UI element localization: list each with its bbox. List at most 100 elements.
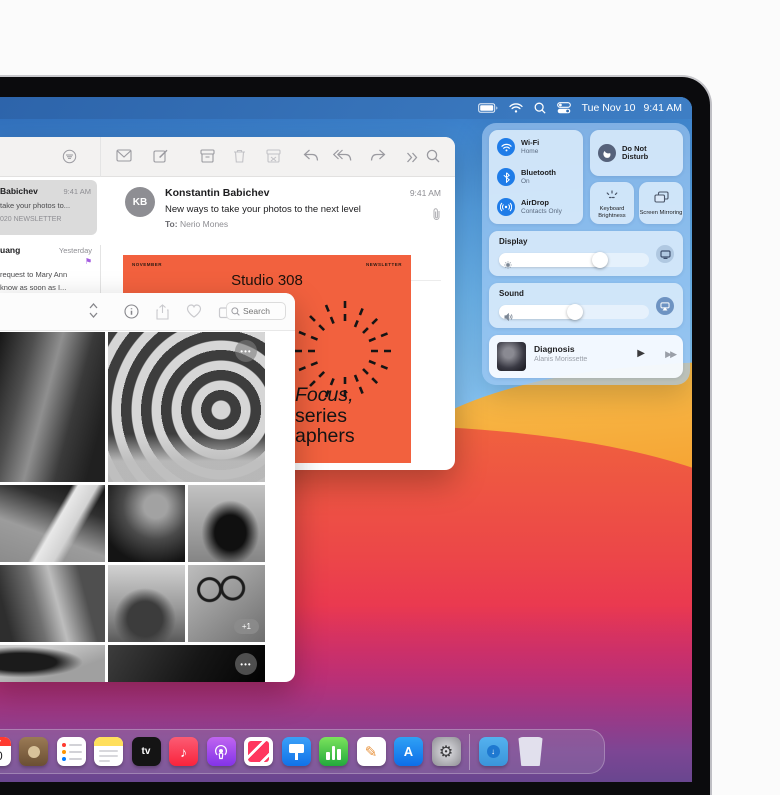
dock-keynote[interactable]	[281, 737, 311, 766]
search-input[interactable]	[243, 306, 281, 316]
compose-icon[interactable]	[153, 149, 168, 168]
photo-thumbnail[interactable]: •••	[108, 332, 265, 482]
newsletter-month: NOVEMBER	[132, 262, 163, 267]
photos-search-field[interactable]	[226, 302, 286, 320]
volume-slider[interactable]	[499, 304, 649, 322]
wifi-label: Wi-Fi	[521, 138, 540, 147]
photo-thumbnail[interactable]	[0, 565, 105, 642]
clock-time: 9:41 AM	[643, 102, 682, 114]
avatar: KB	[125, 187, 155, 217]
slider-knob[interactable]	[592, 252, 608, 268]
search-icon	[231, 306, 240, 316]
dock-contacts[interactable]	[19, 737, 48, 766]
dock-trash[interactable]	[518, 737, 543, 766]
forward-icon[interactable]	[370, 149, 386, 167]
do-not-disturb-control[interactable]: Do Not Disturb	[590, 130, 683, 176]
dock-tv[interactable]: tv	[131, 737, 161, 766]
photo-thumbnail[interactable]	[108, 485, 185, 562]
reply-all-icon[interactable]	[332, 149, 352, 167]
calendar-month: NOV	[0, 737, 11, 746]
dock-notes[interactable]	[94, 737, 123, 766]
display-module: Display	[489, 231, 683, 276]
photo-thumbnail[interactable]	[108, 565, 185, 642]
wifi-control[interactable]: Wi-Fi Home	[497, 138, 539, 156]
play-button[interactable]: ▶	[637, 348, 645, 359]
more-button[interactable]: •••	[235, 653, 257, 675]
battery-icon[interactable]	[477, 103, 498, 113]
dock-downloads-folder[interactable]: ↓	[478, 737, 508, 766]
photos-toolbar	[0, 293, 295, 331]
archive-icon[interactable]	[200, 149, 215, 168]
photo-thumbnail[interactable]: +1	[188, 565, 265, 642]
mail-list-item[interactable]: uang Yesterday ⚑ request to Mary Ann kno…	[0, 239, 100, 297]
control-center-icon[interactable]	[556, 102, 571, 114]
dock-system-preferences[interactable]: ⚙	[431, 737, 461, 766]
photos-window: ••• +1 •••	[0, 293, 295, 682]
display-mirroring-button[interactable]	[656, 245, 674, 263]
reminder-row	[61, 749, 82, 754]
dock-reminders[interactable]	[56, 737, 86, 766]
reminder-row	[61, 742, 82, 747]
newsletter-tag: NEWSLETTER	[366, 262, 402, 267]
zoom-stepper-icon[interactable]	[89, 302, 98, 324]
mail-toolbar	[0, 137, 455, 177]
photo-thumbnail[interactable]	[0, 645, 105, 682]
keyboard-brightness-label: Keyboard Brightness	[598, 206, 626, 219]
photo-thumbnail[interactable]	[0, 332, 105, 482]
mailbox-icon[interactable]	[116, 149, 132, 167]
headline-line-2: series	[295, 404, 348, 427]
album-art	[497, 342, 526, 371]
screen-mirroring-icon	[653, 190, 669, 208]
airdrop-control[interactable]: AirDrop Contacts Only	[497, 198, 562, 216]
skip-forward-button[interactable]: ▶▶	[665, 349, 677, 360]
display-brightness-slider[interactable]	[499, 252, 649, 269]
connectivity-module: Wi-Fi Home Bluetooth On AirDrop Contacts…	[489, 130, 583, 224]
wifi-menu-icon[interactable]	[508, 103, 523, 113]
photo-thumbnail[interactable]	[188, 485, 265, 562]
recipient: Nerio Mones	[179, 219, 229, 229]
reply-icon[interactable]	[303, 149, 319, 167]
info-icon[interactable]	[124, 304, 139, 324]
keyboard-brightness-icon	[605, 186, 619, 204]
search-icon[interactable]	[426, 149, 440, 168]
brightness-icon	[504, 256, 512, 274]
mail-list-item-selected[interactable]: Babichev 9:41 AM take your photos to... …	[0, 180, 97, 235]
dock-podcasts[interactable]	[206, 737, 236, 766]
clock-date: Tue Nov 10	[581, 102, 636, 114]
macbook-bezel: Babichev 9:41 AM take your photos to... …	[0, 75, 712, 795]
dock-app-store[interactable]: A	[394, 737, 423, 766]
calendar-day: 10	[0, 746, 11, 766]
list-sender: Babichev	[0, 186, 38, 196]
slider-knob[interactable]	[566, 304, 583, 320]
spotlight-icon[interactable]	[534, 102, 546, 114]
dock-news[interactable]	[244, 737, 273, 766]
menu-bar-clock[interactable]: Tue Nov 10 9:41 AM	[582, 102, 682, 114]
airdrop-label: AirDrop	[521, 198, 549, 207]
wifi-status: Home	[521, 147, 539, 155]
trash-icon[interactable]	[233, 149, 246, 168]
keyboard-brightness-control[interactable]: Keyboard Brightness	[590, 182, 634, 224]
bluetooth-label: Bluetooth	[521, 168, 556, 177]
dock-numbers[interactable]	[319, 737, 348, 766]
favorite-icon[interactable]	[186, 304, 202, 323]
now-playing-widget[interactable]: Diagnosis Alanis Morissette ▶ ▶▶	[489, 335, 683, 378]
more-button[interactable]: •••	[235, 340, 257, 362]
macbook-screen: Babichev 9:41 AM take your photos to... …	[0, 97, 692, 782]
photo-thumbnail[interactable]: •••	[108, 645, 265, 682]
airplay-audio-button[interactable]	[656, 297, 674, 315]
more-toolbar-icon[interactable]	[406, 150, 419, 168]
reminder-row	[61, 756, 82, 761]
gear-icon: ⚙	[438, 743, 454, 761]
photo-thumbnail[interactable]	[0, 485, 105, 562]
bluetooth-control[interactable]: Bluetooth On	[497, 168, 556, 186]
junk-icon[interactable]	[266, 149, 281, 168]
filter-icon[interactable]	[62, 149, 77, 169]
dock-pages[interactable]: ✎	[356, 737, 386, 766]
dock-calendar[interactable]: NOV 10	[0, 737, 11, 766]
bluetooth-status: On	[521, 177, 530, 185]
screen-mirroring-control[interactable]: Screen Mirroring	[639, 182, 683, 224]
chart-bar	[337, 749, 341, 760]
share-icon[interactable]	[156, 304, 169, 325]
dock-music[interactable]: ♪	[169, 737, 198, 766]
photo-count-badge: +1	[233, 619, 259, 634]
